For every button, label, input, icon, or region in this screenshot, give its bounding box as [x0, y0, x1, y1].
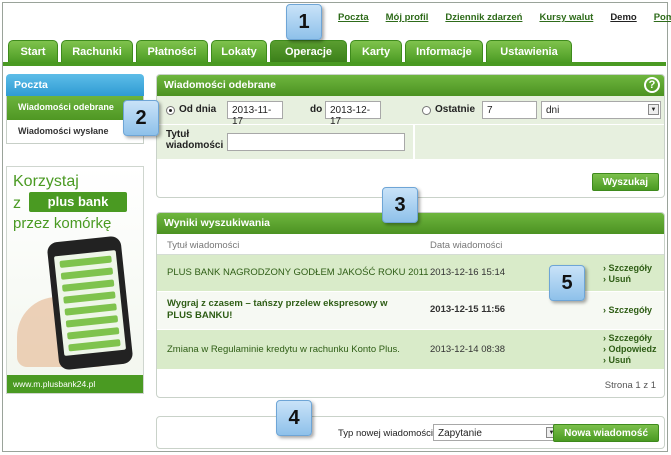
from-date-input[interactable]: 2013-11-17 [227, 101, 283, 127]
delete-link[interactable]: Usuń [603, 274, 652, 285]
delete-link[interactable]: Usuń [603, 355, 657, 366]
row-date: 2013-12-14 08:38 [430, 344, 506, 355]
row-date: 2013-12-16 15:14 [430, 267, 506, 278]
search-panel-title: Wiadomości odebrane [157, 75, 664, 96]
link-demo[interactable]: Demo [610, 12, 636, 23]
details-link[interactable]: Szczegóły [603, 333, 657, 344]
radio-last[interactable] [422, 106, 431, 115]
tab-lokaty[interactable]: Lokaty [211, 40, 267, 63]
main-tabs: Start Rachunki Płatności Lokaty Operacje… [8, 40, 575, 63]
link-dziennik[interactable]: Dziennik zdarzeń [445, 12, 522, 23]
col-date-header: Data wiadomości [430, 240, 503, 251]
callout-5: 5 [549, 265, 585, 301]
results-panel: Wyniki wyszukiwania Tytuł wiadomości Dat… [156, 212, 665, 398]
details-link[interactable]: Szczegóły [603, 263, 653, 274]
promo-z: z [13, 195, 21, 212]
tab-start[interactable]: Start [8, 40, 58, 63]
last-count-input[interactable]: 7 [482, 101, 537, 119]
chevron-down-icon: ▼ [648, 104, 659, 115]
table-row[interactable]: Zmiana w Regulaminie kredytu w rachunku … [157, 330, 664, 370]
new-message-button[interactable]: Nowa wiadomość [553, 424, 659, 442]
details-link[interactable]: Szczegóły [603, 305, 653, 316]
table-row[interactable]: PLUS BANK NAGRODZONY GODŁEM JAKOŚĆ ROKU … [157, 255, 664, 292]
row-date: 2013-12-15 11:56 [430, 304, 506, 315]
row-actions: Szczegóły Usuń [603, 263, 653, 285]
link-pomoc[interactable]: Pomoc [654, 12, 671, 23]
link-kursy-walut[interactable]: Kursy walut [539, 12, 593, 23]
link-poczta[interactable]: Poczta [338, 12, 369, 23]
title-label: Tytuł wiadomości [166, 129, 224, 151]
callout-1: 1 [286, 4, 322, 40]
new-message-panel: Typ nowej wiadomości Zapytanie ▼ Nowa wi… [156, 416, 665, 449]
to-date-input[interactable]: 2013-12-17 [325, 101, 381, 127]
reply-link[interactable]: Odpowiedz [603, 344, 657, 355]
tab-bar-line [3, 62, 666, 66]
tab-rachunki[interactable]: Rachunki [61, 40, 133, 63]
phone-image [46, 235, 134, 371]
promo-url: www.m.plusbank24.pl [7, 375, 143, 393]
divider [413, 125, 415, 159]
plusbank-logo: plus bank [29, 192, 127, 212]
radio-from-date[interactable] [166, 106, 175, 115]
row-title[interactable]: Zmiana w Regulaminie kredytu w rachunku … [167, 344, 400, 355]
callout-3: 3 [382, 187, 418, 223]
tab-platnosci[interactable]: Płatności [136, 40, 208, 63]
to-label: do [310, 104, 323, 115]
message-type-select[interactable]: Zapytanie ▼ [433, 424, 559, 441]
callout-4: 4 [276, 400, 312, 436]
tab-informacje[interactable]: Informacje [405, 40, 483, 63]
tab-operacje[interactable]: Operacje [270, 40, 347, 63]
search-panel: Wiadomości odebrane ? Od dnia 2013-11-17… [156, 74, 665, 198]
sidebar-title: Poczta [6, 74, 144, 96]
message-type-value: Zapytanie [438, 428, 482, 439]
new-type-label: Typ nowej wiadomości [338, 428, 434, 439]
title-input[interactable] [227, 133, 405, 151]
row-actions: Szczegóły [603, 305, 653, 316]
promo-line1: Korzystaj [13, 173, 79, 190]
title-filter-row: Tytuł wiadomości [157, 125, 664, 159]
unit-select-value: dni [546, 105, 560, 116]
phone-screen [53, 250, 127, 356]
tab-ustawienia[interactable]: Ustawienia [486, 40, 572, 63]
help-icon[interactable]: ? [644, 77, 660, 93]
top-links: Poczta Mój profil Dziennik zdarzeń Kursy… [338, 12, 671, 23]
unit-select[interactable]: dni ▼ [541, 101, 661, 119]
search-button[interactable]: Wyszukaj [591, 173, 659, 191]
pager: Strona 1 z 1 [604, 380, 656, 391]
last-label: Ostatnie [435, 104, 476, 115]
table-row[interactable]: Wygraj z czasem – tańszy przelew ekspres… [157, 292, 664, 330]
col-title-header: Tytuł wiadomości [167, 240, 240, 251]
promo-line2: przez komórkę [13, 215, 112, 232]
from-label: Od dnia [179, 104, 217, 115]
date-filter-row: Od dnia 2013-11-17 do 2013-12-17 Ostatni… [157, 96, 664, 127]
tab-karty[interactable]: Karty [350, 40, 402, 63]
results-header: Tytuł wiadomości Data wiadomości [157, 234, 664, 255]
row-title[interactable]: PLUS BANK NAGRODZONY GODŁEM JAKOŚĆ ROKU … [167, 267, 429, 278]
callout-2: 2 [123, 100, 159, 136]
row-actions: Szczegóły Odpowiedz Usuń [603, 333, 657, 366]
row-title[interactable]: Wygraj z czasem – tańszy przelew ekspres… [167, 298, 407, 322]
promo-banner[interactable]: Korzystaj z plus bank przez komórkę www.… [6, 166, 144, 394]
link-moj-profil[interactable]: Mój profil [386, 12, 429, 23]
